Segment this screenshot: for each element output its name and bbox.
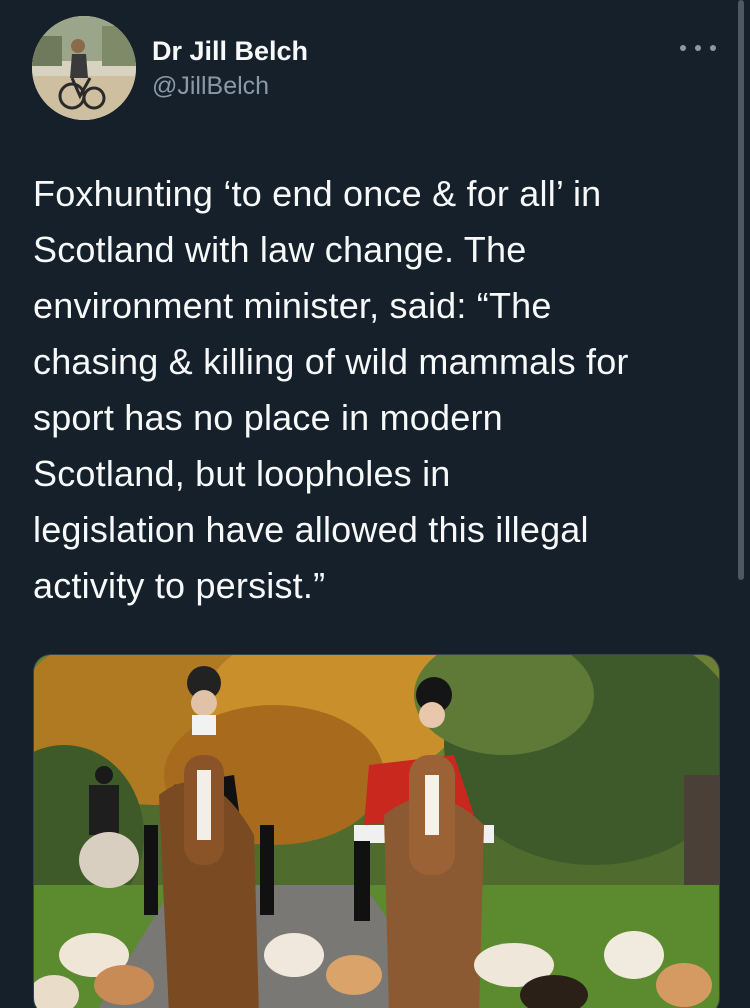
tweet-media-image[interactable] xyxy=(33,654,720,1008)
tweet-line: activity to persist.” xyxy=(33,565,326,606)
dot xyxy=(680,45,686,51)
tweet-line: environment minister, said: “The xyxy=(33,285,552,326)
author-handle[interactable]: @JillBelch xyxy=(152,72,269,101)
tweet-line: chasing & killing of wild mammals for xyxy=(33,341,629,382)
avatar[interactable] xyxy=(32,16,136,120)
tweet-line: legislation have allowed this illegal xyxy=(33,509,589,550)
dot xyxy=(695,45,701,51)
tweet-line: sport has no place in modern xyxy=(33,397,503,438)
scrollbar[interactable] xyxy=(738,0,744,580)
profile-photo xyxy=(32,16,136,120)
more-horizontal-icon[interactable] xyxy=(680,36,716,60)
tweet-line: Scotland, but loopholes in xyxy=(33,453,451,494)
tweet-text: Foxhunting ‘to end once & for all’ in Sc… xyxy=(33,166,733,614)
dot xyxy=(710,45,716,51)
tweet-line: Foxhunting ‘to end once & for all’ in xyxy=(33,173,602,214)
fox-hunt-photo xyxy=(34,655,719,1008)
author-display-name[interactable]: Dr Jill Belch xyxy=(152,36,308,67)
tweet-line: Scotland with law change. The xyxy=(33,229,527,270)
